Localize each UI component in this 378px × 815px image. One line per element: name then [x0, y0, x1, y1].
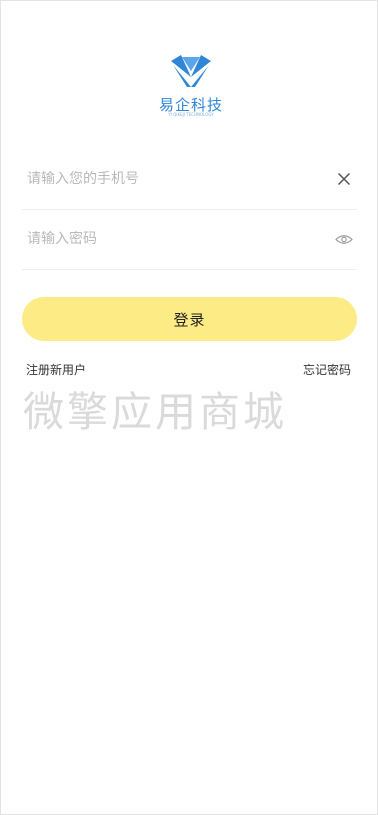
clear-icon[interactable]	[337, 172, 351, 186]
phone-input[interactable]	[27, 167, 317, 191]
brand-logo: 易企科技 YI QIKEJI TECHNOLOGY	[151, 53, 231, 119]
register-link[interactable]: 注册新用户	[26, 361, 86, 378]
watermark-text: 微擎应用商城	[23, 388, 287, 436]
password-field	[22, 209, 357, 270]
brand-tagline: YI QIKEJI TECHNOLOGY	[168, 112, 214, 117]
app-screen: 易企科技 YI QIKEJI TECHNOLOGY 登录 注册新用户 忘记密码 …	[0, 0, 378, 815]
eye-icon[interactable]	[335, 234, 353, 245]
login-button[interactable]: 登录	[22, 297, 357, 341]
phone-field	[22, 149, 357, 210]
forgot-password-link[interactable]: 忘记密码	[303, 361, 351, 378]
password-input[interactable]	[27, 227, 317, 251]
logo-icon	[171, 55, 211, 87]
